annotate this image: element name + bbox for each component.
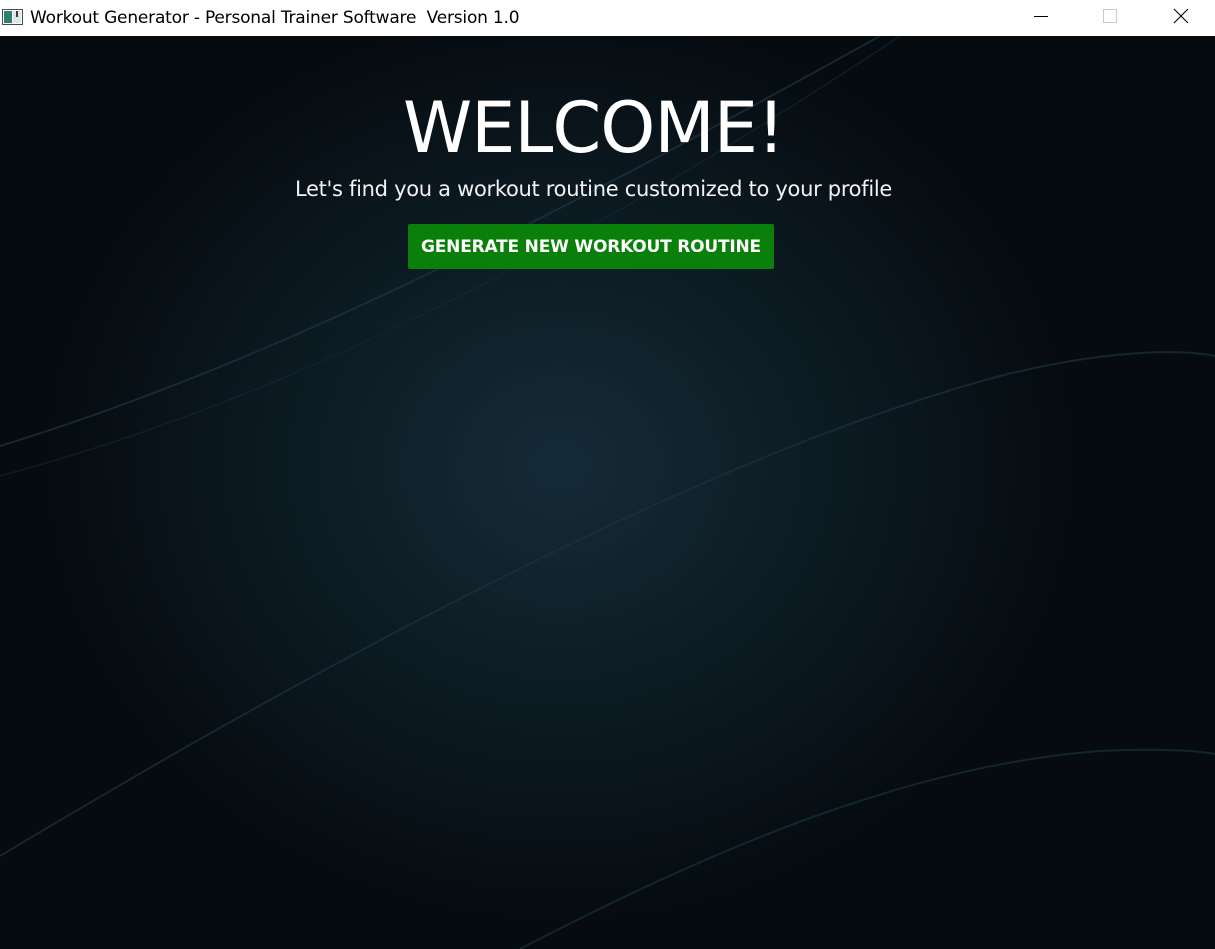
title-bar[interactable]: Workout Generator - Personal Trainer Sof… — [0, 0, 1215, 36]
maximize-button[interactable] — [1075, 0, 1145, 36]
generate-workout-button[interactable]: GENERATE NEW WORKOUT ROUTINE — [408, 224, 774, 269]
app-window: Workout Generator - Personal Trainer Sof… — [0, 0, 1215, 949]
maximize-icon — [1102, 8, 1118, 29]
close-icon — [1173, 8, 1189, 29]
welcome-screen: WELCOME! Let's find you a workout routin… — [0, 36, 1215, 949]
app-window-icon — [2, 9, 23, 25]
close-button[interactable] — [1146, 0, 1215, 36]
minimize-icon — [1033, 8, 1049, 29]
welcome-heading: WELCOME! — [402, 87, 785, 169]
welcome-subtitle: Let's find you a workout routine customi… — [294, 177, 893, 201]
window-title: Workout Generator - Personal Trainer Sof… — [30, 8, 520, 28]
minimize-button[interactable] — [1006, 0, 1076, 36]
background-waves — [0, 36, 1215, 949]
